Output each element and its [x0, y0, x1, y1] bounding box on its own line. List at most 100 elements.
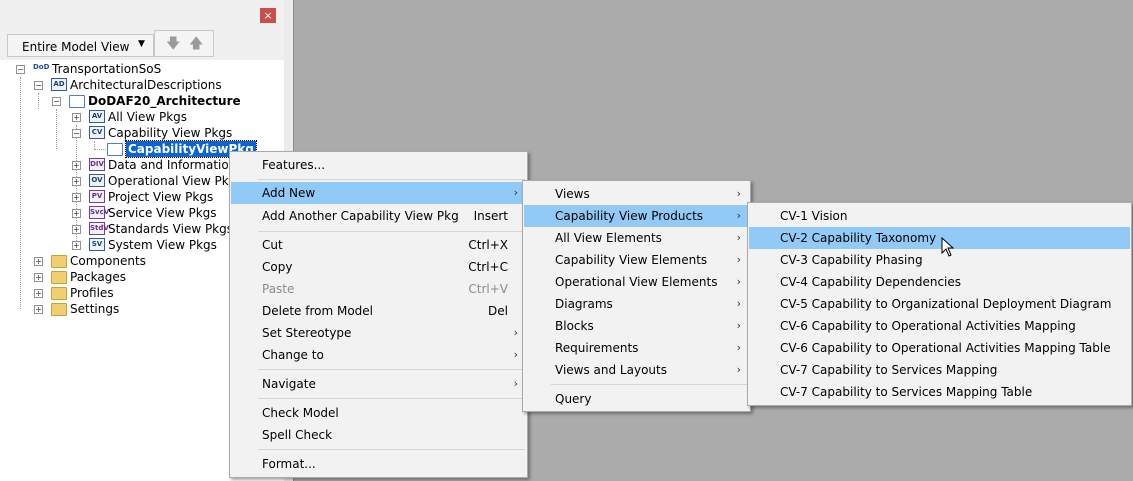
menu-item[interactable]: Add Another Capability View Pkg Insert — [231, 205, 526, 227]
tree-guide-line — [56, 109, 57, 149]
tree-node-label: Components — [70, 254, 146, 268]
menu-item-label: Capability View Elements — [555, 253, 708, 267]
expand-icon[interactable]: + — [34, 273, 43, 282]
menu-separator — [551, 384, 748, 385]
menu-item-label: Change to — [262, 348, 324, 362]
submenu-arrow-icon: › — [736, 363, 741, 376]
tree-guide-line — [38, 93, 39, 109]
pv-icon: PV — [89, 190, 105, 203]
menu-item[interactable]: Views › — [524, 183, 749, 205]
menu-item-label: CV-6 Capability to Operational Activitie… — [780, 341, 1111, 355]
menu-item[interactable]: CV-7 Capability to Services Mapping Tabl… — [749, 381, 1130, 403]
tree-node[interactable]: − AD ArchitecturalDescriptions — [34, 77, 284, 93]
shortcut-label: Del — [488, 304, 508, 318]
menu-item-label: Copy — [262, 260, 293, 274]
collapse-icon[interactable]: − — [16, 65, 25, 74]
menu-item-label: Operational View Elements — [555, 275, 718, 289]
tree-guide-line — [20, 77, 21, 309]
expand-icon[interactable]: + — [72, 225, 81, 234]
menu-item[interactable]: CV-4 Capability Dependencies — [749, 271, 1130, 293]
menu-item-label: Add New — [262, 186, 316, 200]
menu-item[interactable]: Features... — [231, 154, 526, 176]
menu-item[interactable]: CV-5 Capability to Organizational Deploy… — [749, 293, 1130, 315]
folder-icon — [51, 287, 67, 300]
close-panel-button[interactable]: × — [260, 8, 276, 23]
submenu-arrow-icon: › — [736, 209, 741, 222]
tree-node[interactable]: + AV All View Pkgs — [72, 109, 284, 125]
mouse-cursor-icon — [941, 237, 955, 257]
div-icon: DIV — [89, 158, 105, 171]
menu-item[interactable]: Blocks › — [524, 315, 749, 337]
view-scope-dropdown[interactable]: Entire Model View ▼ — [7, 34, 154, 57]
menu-item[interactable]: CV-3 Capability Phasing — [749, 249, 1130, 271]
tree-node[interactable]: − CV Capability View Pkgs — [72, 125, 284, 141]
tree-node[interactable]: − DoDAF20_Architecture — [52, 93, 284, 109]
menu-item-label: Spell Check — [262, 428, 333, 442]
menu-item[interactable]: Views and Layouts › — [524, 359, 749, 381]
collapse-icon[interactable]: − — [34, 81, 43, 90]
expand-icon[interactable]: + — [34, 257, 43, 266]
menu-item[interactable]: CV-7 Capability to Services Mapping — [749, 359, 1130, 381]
menu-item[interactable]: Navigate › — [231, 373, 526, 395]
expand-icon[interactable]: + — [72, 177, 81, 186]
menu-item[interactable]: Paste Ctrl+V — [231, 278, 526, 300]
menu-item[interactable]: Query — [524, 388, 749, 410]
menu-item-label: CV-3 Capability Phasing — [780, 253, 923, 267]
expand-icon[interactable]: + — [34, 289, 43, 298]
menu-item[interactable]: Format... — [231, 453, 526, 475]
cv-icon: CV — [89, 126, 105, 139]
menu-item[interactable]: All View Elements › — [524, 227, 749, 249]
menu-separator — [258, 179, 525, 180]
expand-icon[interactable]: + — [72, 193, 81, 202]
menu-item[interactable]: Copy Ctrl+C — [231, 256, 526, 278]
tree-node[interactable]: − DoD TransportationSoS — [16, 61, 284, 77]
submenu-arrow-icon: › — [736, 319, 741, 332]
expand-icon[interactable]: + — [72, 161, 81, 170]
menu-item-label: CV-6 Capability to Operational Activitie… — [780, 319, 1076, 333]
menu-item-label: Views and Layouts — [555, 363, 667, 377]
menu-item[interactable]: CV-2 Capability Taxonomy — [749, 227, 1130, 249]
panel-toolbar: × Entire Model View ▼ 🡇 🡅 — [0, 0, 284, 60]
menu-item-label: Views — [555, 187, 590, 201]
context-menu: Features... Add New › Add Another Capabilit… — [229, 151, 528, 478]
menu-item-label: CV-7 Capability to Services Mapping Tabl… — [780, 385, 1033, 399]
menu-item-label: Features... — [262, 158, 326, 172]
menu-item[interactable]: Set Stereotype › — [231, 322, 526, 344]
expand-icon[interactable]: + — [72, 209, 81, 218]
move-up-icon[interactable]: 🡅 — [189, 33, 203, 57]
tree-guide-line — [94, 149, 106, 150]
menu-item-label: CV-4 Capability Dependencies — [780, 275, 962, 289]
menu-item[interactable]: Cut Ctrl+X — [231, 234, 526, 256]
menu-item-label: Blocks — [555, 319, 594, 333]
expand-icon[interactable]: + — [34, 305, 43, 314]
menu-item[interactable]: CV-6 Capability to Operational Activitie… — [749, 315, 1130, 337]
move-down-icon[interactable]: 🡇 — [166, 33, 180, 57]
collapse-icon[interactable]: − — [52, 97, 61, 106]
menu-item[interactable]: Capability View Elements › — [524, 249, 749, 271]
menu-item[interactable]: Change to › — [231, 344, 526, 366]
submenu-arrow-icon: › — [736, 297, 741, 310]
chevron-down-icon: ▼ — [138, 39, 145, 49]
menu-item-label: Query — [555, 392, 592, 406]
menu-item[interactable]: CV-1 Vision — [749, 205, 1130, 227]
menu-item-label: Paste — [262, 282, 295, 296]
menu-item[interactable]: Operational View Elements › — [524, 271, 749, 293]
expand-icon[interactable]: + — [72, 113, 81, 122]
menu-item[interactable]: CV-6 Capability to Operational Activitie… — [749, 337, 1130, 359]
expand-icon[interactable]: + — [72, 241, 81, 250]
collapse-icon[interactable]: − — [72, 129, 81, 138]
menu-item-label: Format... — [262, 457, 316, 471]
menu-item[interactable]: Spell Check — [231, 424, 526, 446]
menu-item-label: CV-2 Capability Taxonomy — [780, 231, 937, 245]
menu-item[interactable]: Capability View Products › — [524, 205, 749, 227]
tree-node-label: Data and Information V — [108, 158, 249, 172]
folder-open-icon — [107, 143, 123, 156]
menu-item[interactable]: Check Model — [231, 402, 526, 424]
tree-node-label: Packages — [70, 270, 126, 284]
menu-item[interactable]: Requirements › — [524, 337, 749, 359]
menu-item[interactable]: Add New › — [231, 182, 526, 204]
menu-item[interactable]: Delete from Model Del — [231, 300, 526, 322]
tree-node-label: All View Pkgs — [108, 110, 188, 124]
menu-item-label: All View Elements — [555, 231, 662, 245]
menu-item[interactable]: Diagrams › — [524, 293, 749, 315]
